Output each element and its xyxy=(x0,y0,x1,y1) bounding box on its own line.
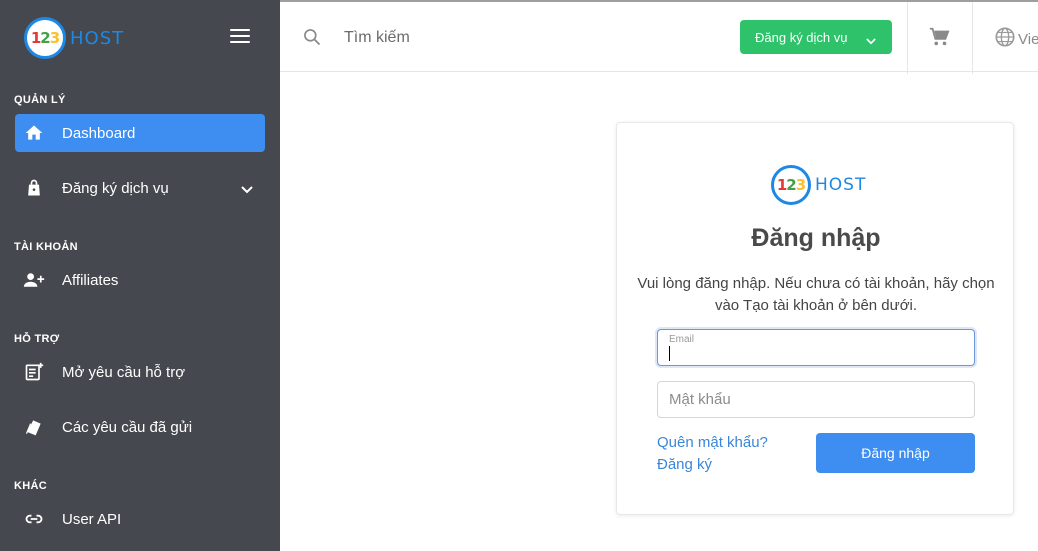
logo-digit-1: 1 xyxy=(30,29,41,47)
logo-digit-2: 2 xyxy=(40,29,50,47)
sidebar-item-label: Mở yêu cầu hỗ trợ xyxy=(62,363,186,381)
logo-digit-1: 1 xyxy=(776,176,787,194)
password-field[interactable] xyxy=(657,381,975,418)
home-icon xyxy=(23,122,45,144)
new-ticket-icon xyxy=(23,361,45,383)
password-input[interactable] xyxy=(658,382,974,417)
register-service-label: Đăng ký dịch vụ xyxy=(755,29,848,45)
tickets-icon xyxy=(23,416,45,438)
sidebar-item-label: Affiliates xyxy=(62,271,119,289)
divider xyxy=(972,2,973,74)
divider xyxy=(907,2,908,74)
section-label-manage: QUẢN LÝ xyxy=(14,94,66,106)
sidebar-item-label: Các yêu cầu đã gửi xyxy=(62,418,193,436)
sidebar-item-label: User API xyxy=(62,510,122,528)
user-plus-icon xyxy=(23,269,45,291)
login-card: 123 HOST Đăng nhập Vui lòng đăng nhập. N… xyxy=(616,122,1014,515)
sidebar-item-label: Dashboard xyxy=(62,124,136,142)
link-icon xyxy=(23,508,45,530)
sidebar-item-open-ticket[interactable]: Mở yêu cầu hỗ trợ xyxy=(15,353,265,391)
logo-text: HOST xyxy=(70,27,125,49)
chevron-down-icon[interactable] xyxy=(241,181,253,199)
sidebar: 123 HOST QUẢN LÝ Dashboard Đăng ký dịch … xyxy=(0,0,280,551)
language-selector[interactable]: Vie xyxy=(994,26,1038,53)
register-service-button[interactable]: Đăng ký dịch vụ xyxy=(740,20,892,54)
card-logo: 123 HOST xyxy=(771,165,866,205)
logo-mark: 123 xyxy=(771,165,811,205)
sidebar-item-register-service[interactable]: Đăng ký dịch vụ xyxy=(15,169,265,207)
text-caret xyxy=(669,346,670,361)
section-label-other: KHÁC xyxy=(14,480,47,492)
logo-digit-3: 3 xyxy=(49,29,60,47)
forgot-password-link[interactable]: Quên mật khẩu? xyxy=(657,434,768,451)
globe-icon xyxy=(994,26,1016,53)
login-title: Đăng nhập xyxy=(751,224,881,252)
register-link[interactable]: Đăng ký xyxy=(657,456,712,473)
brand-logo[interactable]: 123 HOST xyxy=(24,16,124,60)
logo-text: HOST xyxy=(815,175,867,195)
chevron-down-icon xyxy=(866,33,876,48)
search-input[interactable] xyxy=(344,24,644,52)
logo-mark: 123 xyxy=(24,17,66,59)
cart-icon[interactable] xyxy=(928,26,950,53)
top-bar: Đăng ký dịch vụ Vie xyxy=(280,0,1038,74)
language-label: Vie xyxy=(1018,31,1038,48)
sidebar-item-label: Đăng ký dịch vụ xyxy=(62,179,169,197)
email-field[interactable]: Email xyxy=(657,329,975,366)
hamburger-menu-icon[interactable] xyxy=(230,29,250,45)
sidebar-item-affiliates[interactable]: Affiliates xyxy=(15,261,265,299)
email-label: Email xyxy=(669,334,695,345)
section-label-account: TÀI KHOẢN xyxy=(14,241,78,253)
sidebar-item-dashboard[interactable]: Dashboard xyxy=(15,114,265,152)
logo-digit-3: 3 xyxy=(795,176,806,194)
sidebar-item-sent-tickets[interactable]: Các yêu cầu đã gửi xyxy=(15,408,265,446)
shopping-bag-icon xyxy=(23,177,45,199)
search-icon xyxy=(302,27,322,52)
login-description: Vui lòng đăng nhập. Nếu chưa có tài khoả… xyxy=(637,275,995,314)
login-button[interactable]: Đăng nhập xyxy=(816,433,975,473)
logo-digit-2: 2 xyxy=(786,176,796,194)
section-label-support: HỖ TRỢ xyxy=(14,333,60,345)
sidebar-item-user-api[interactable]: User API xyxy=(15,500,265,538)
